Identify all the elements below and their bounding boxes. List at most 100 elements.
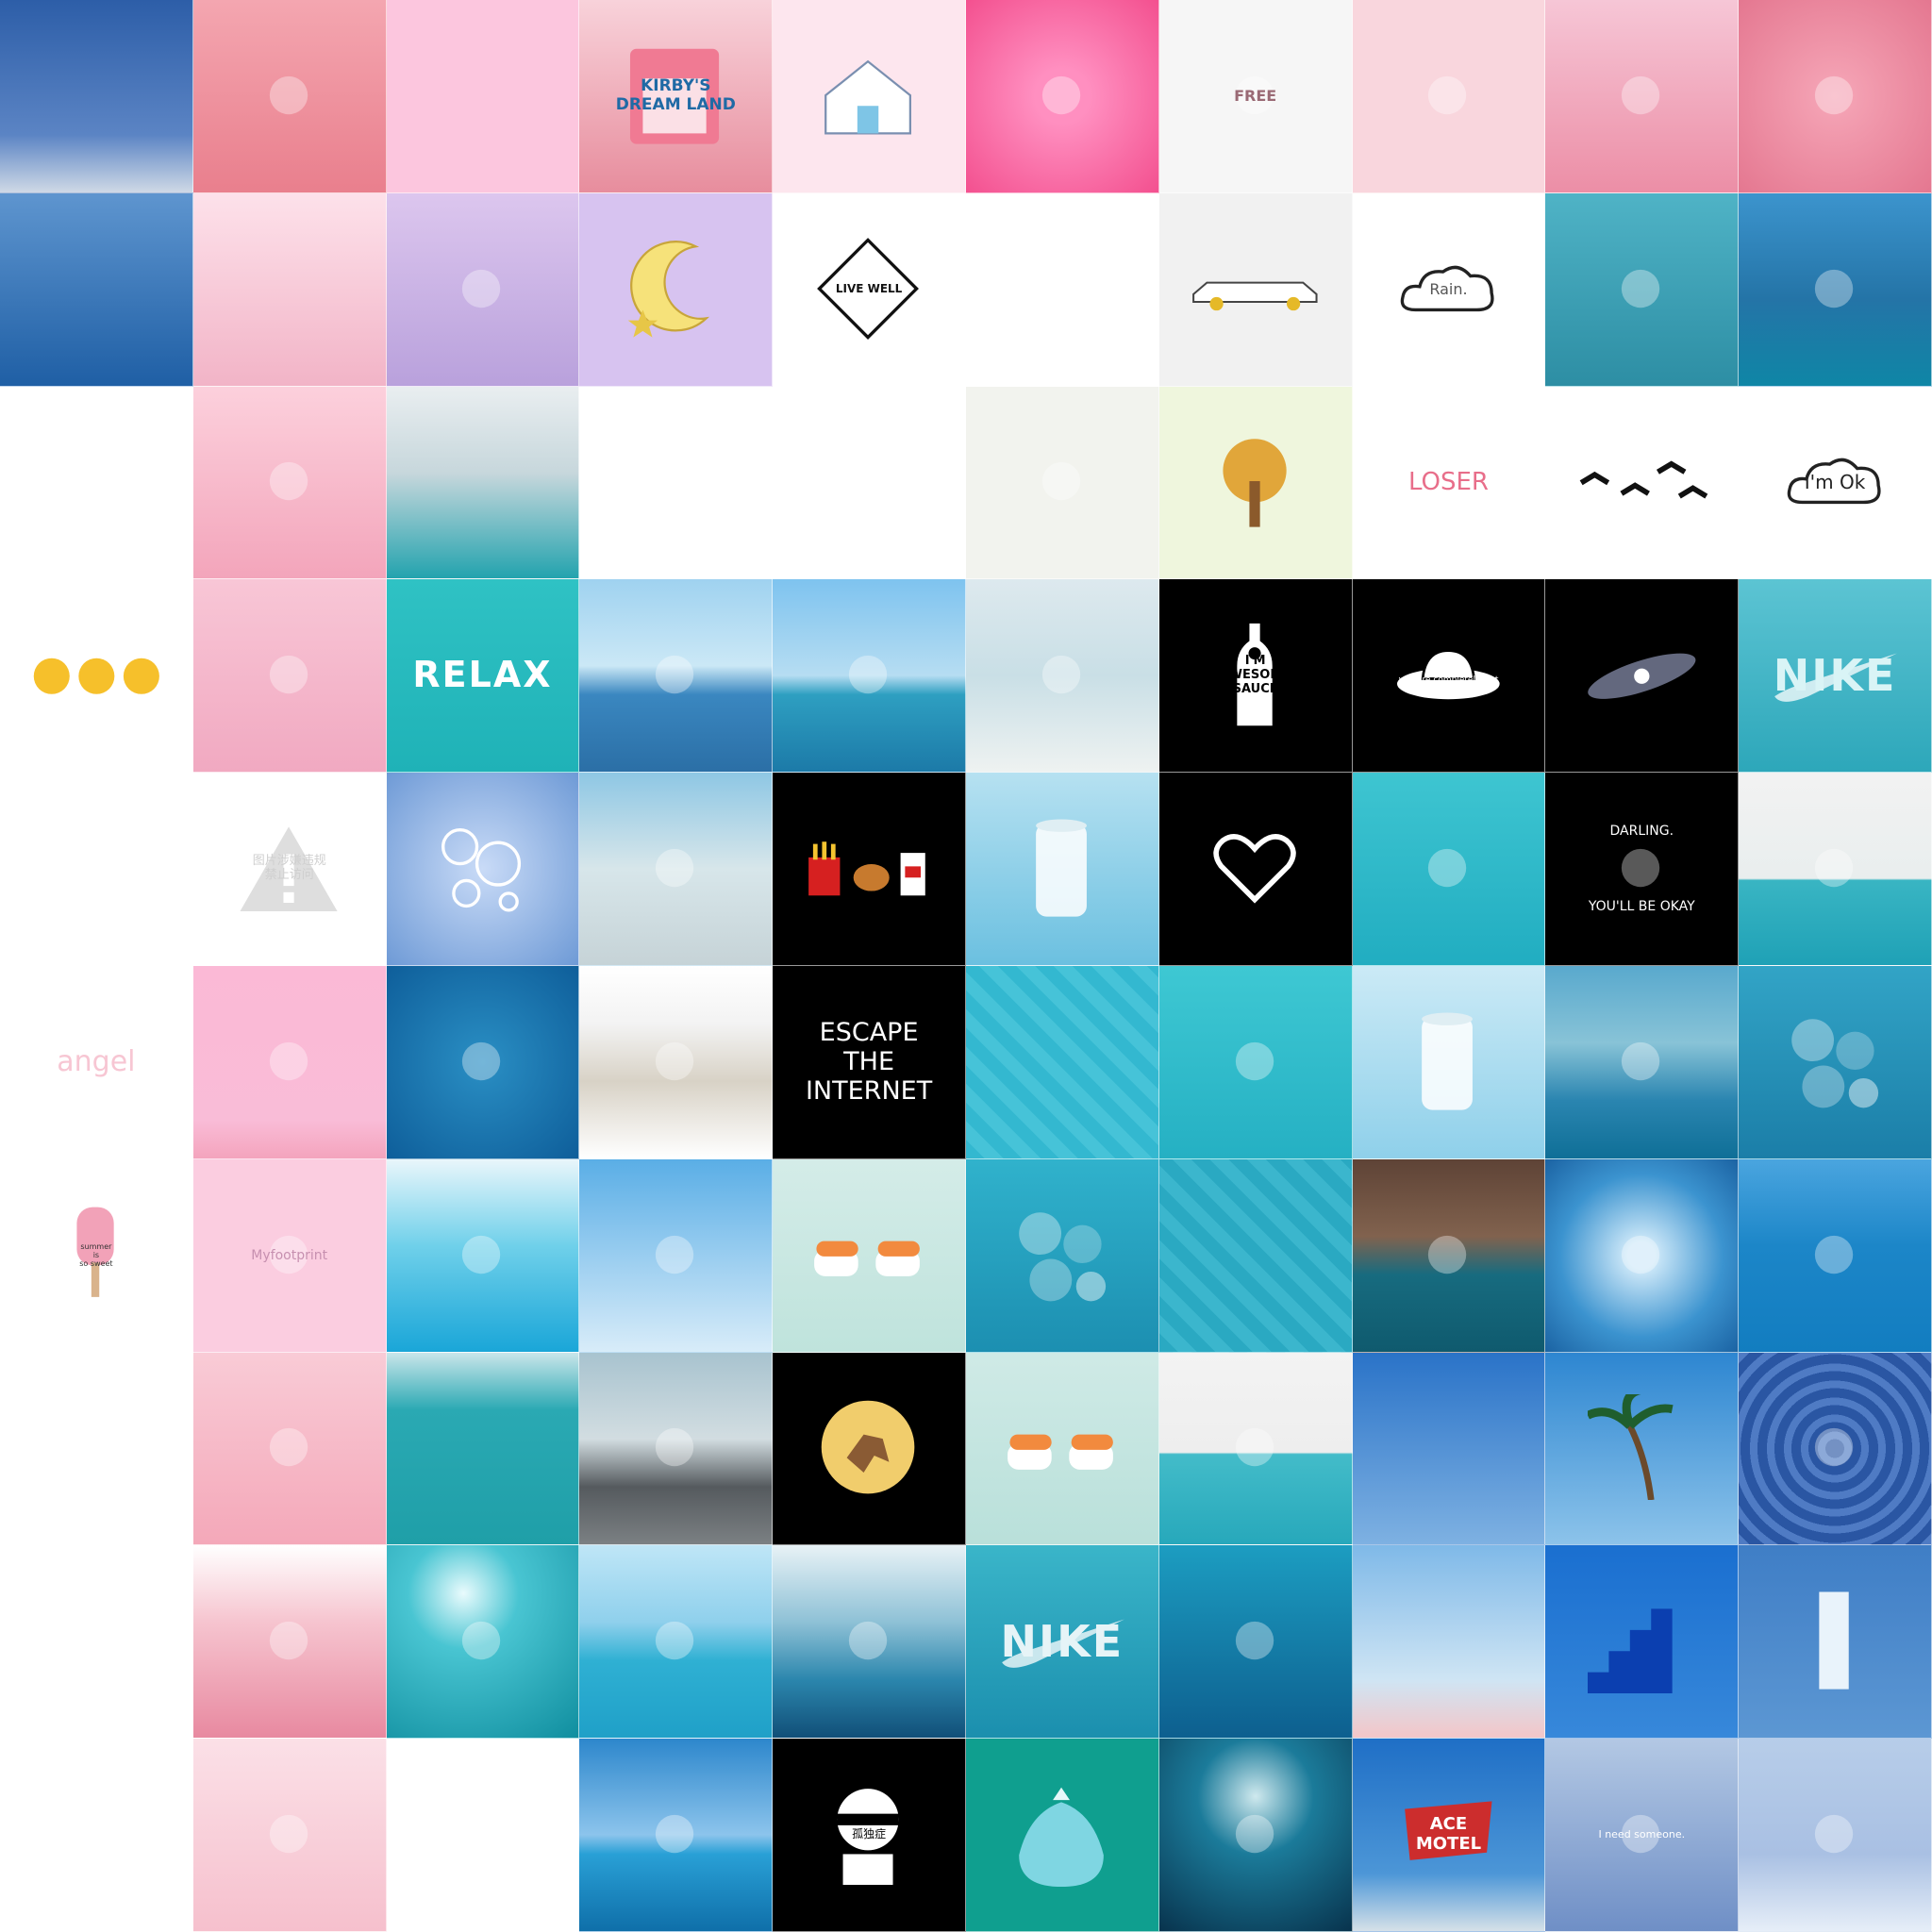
collage-tile — [386, 0, 580, 193]
cave-diver-icon — [1202, 1781, 1307, 1887]
cactus-pots-icon — [1394, 42, 1500, 148]
heart-icon — [1202, 815, 1307, 921]
collage-tile — [1545, 965, 1740, 1159]
collage-tile: I'M AWESOME SAUCE — [1158, 579, 1353, 774]
collage-tile — [0, 1545, 193, 1740]
girl-figure-icon — [42, 1781, 148, 1887]
collage-tile — [579, 1739, 774, 1932]
collage-tile: Rain. — [1352, 192, 1546, 387]
jar-icon — [236, 1394, 341, 1500]
collage-tile — [1739, 1158, 1932, 1353]
collage-tile — [1158, 1545, 1353, 1740]
collage-tile — [1545, 579, 1740, 774]
collage-tile: I need someone. — [1545, 1739, 1740, 1932]
girl-figure-icon — [42, 1588, 148, 1693]
popcorn-box-icon — [236, 1781, 341, 1887]
tintin-icon — [815, 1394, 921, 1500]
collage-tile — [192, 0, 387, 193]
collage-tile — [1352, 1352, 1546, 1546]
collage-tile — [579, 386, 774, 580]
tile-caption: NIKE — [1773, 649, 1897, 701]
stairs-icon — [1588, 1588, 1693, 1694]
collage-tile — [0, 773, 193, 966]
tile-caption: ACE MOTEL — [1415, 1814, 1482, 1855]
tile-caption: RELAX — [412, 654, 553, 696]
collage-tile — [965, 386, 1159, 580]
collage-tile — [965, 192, 1159, 387]
umbrella-icon — [815, 428, 921, 534]
collage-tile — [965, 0, 1159, 193]
collage-tile — [965, 1352, 1159, 1546]
collage-tile — [192, 1545, 387, 1740]
beach-umbrella-icon — [1008, 622, 1114, 727]
collage-tile: summer is so sweet — [0, 1158, 193, 1353]
three-figures-icon — [42, 428, 148, 534]
collage-tile: I'm Ok — [1739, 386, 1932, 580]
collage-tile — [773, 1158, 966, 1353]
collage-tile: LIVE WELL — [773, 192, 966, 387]
sushi-icon — [802, 1217, 937, 1294]
anime-face-icon — [1588, 42, 1693, 148]
collage-tile — [1545, 0, 1740, 193]
clouds-icon — [815, 1588, 921, 1693]
collage-tile: NIKE — [1739, 579, 1932, 774]
swimmers-icon — [1202, 1008, 1307, 1114]
collage-tile — [1545, 192, 1740, 387]
diver-icon — [1202, 1588, 1307, 1693]
collage-tile — [386, 1739, 580, 1932]
collage-tile — [1158, 965, 1353, 1159]
kawaii-items-icon — [42, 1394, 148, 1500]
collage-tile — [579, 579, 774, 774]
collage-tile — [965, 579, 1159, 774]
collage-tile — [1545, 386, 1740, 580]
palm-tree-icon — [1588, 1394, 1693, 1501]
tile-caption: LIVE WELL — [835, 281, 903, 295]
tile-caption: I'M AWESOME SAUCE — [1220, 653, 1291, 696]
collage-tile — [1158, 773, 1353, 966]
collage-tile — [1352, 965, 1546, 1159]
moon-star-icon — [622, 236, 727, 341]
emoji-faces-icon — [29, 638, 164, 715]
candy-tub-icon — [236, 1588, 341, 1693]
collage-tile — [773, 1545, 966, 1740]
collage-tile: angel — [0, 965, 193, 1159]
collage-grid: KIRBY'S DREAM LAND FREE LIVE WELL Rain. LOSE… — [0, 0, 1932, 1932]
birds-icon — [1574, 444, 1709, 522]
sparkle-icon — [428, 1588, 534, 1693]
collage-tile — [579, 773, 774, 966]
peeking-face-icon — [1008, 428, 1114, 534]
collage-tile — [773, 579, 966, 774]
boats-icon — [622, 622, 727, 727]
omelette-icon — [42, 815, 148, 921]
palm-trunk-icon — [622, 1202, 727, 1307]
collage-tile — [579, 192, 774, 387]
limousine-icon — [1188, 251, 1323, 328]
galaxy-icon — [1574, 638, 1709, 715]
tile-caption: I need someone. — [1598, 1827, 1686, 1840]
collage-tile — [0, 0, 193, 193]
collage-tile — [386, 386, 580, 580]
collage-tile: 图片涉嫌违规 禁止访问 — [192, 773, 387, 966]
collage-tile — [1158, 192, 1353, 387]
collage-tile — [192, 1739, 387, 1932]
tile-caption: NIKE — [1000, 1615, 1124, 1667]
collage-tile: LOSER — [1352, 386, 1546, 580]
fast-food-icon — [802, 830, 937, 908]
collage-tile — [1739, 1545, 1932, 1740]
collage-tile — [1545, 1158, 1740, 1353]
collage-tile — [386, 192, 580, 387]
diver-icon — [1202, 1394, 1307, 1500]
collage-tile — [965, 965, 1159, 1159]
collage-tile — [1739, 773, 1932, 966]
collage-tile — [1739, 0, 1932, 193]
collage-tile — [386, 965, 580, 1159]
tile-caption: DARLING. YOU'LL BE OKAY — [1588, 823, 1695, 915]
collage-tile — [1739, 1352, 1932, 1546]
roses-row-icon — [236, 1008, 341, 1114]
collage-tile — [1158, 386, 1353, 580]
collage-tile — [1352, 773, 1546, 966]
collage-tile — [1545, 1352, 1740, 1546]
diver-icon — [1781, 815, 1887, 921]
tile-caption: summer is so sweet — [79, 1241, 113, 1269]
clouds-icon — [1588, 1008, 1693, 1114]
